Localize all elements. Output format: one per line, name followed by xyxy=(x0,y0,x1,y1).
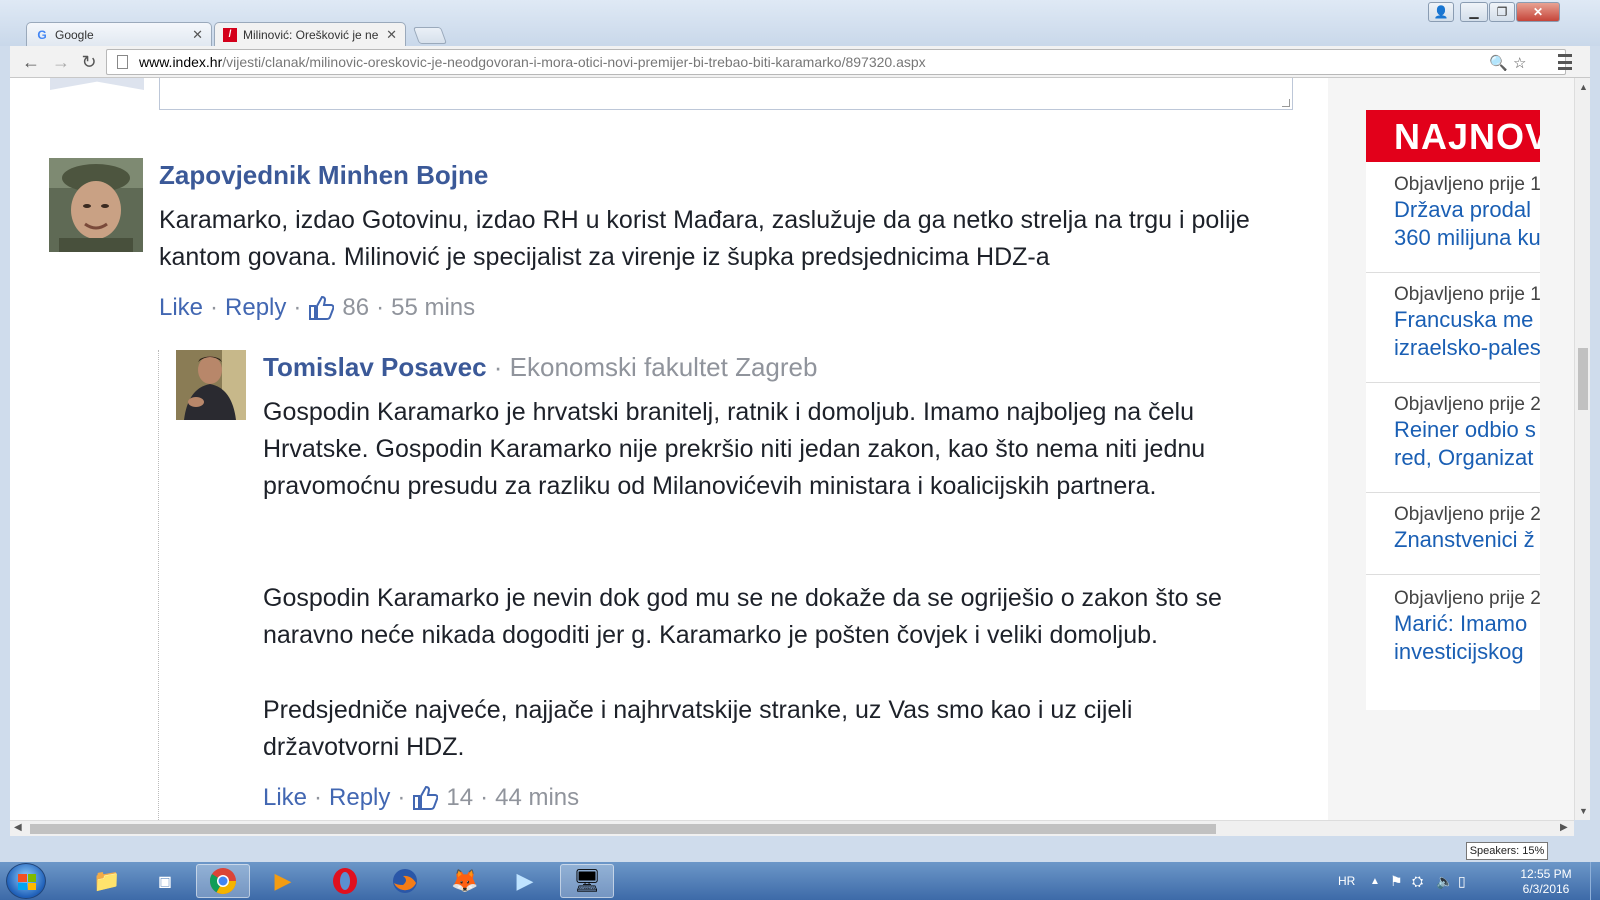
video-player-icon[interactable]: ▶ xyxy=(498,864,552,898)
comment-author-link[interactable]: Zapovjednik Minhen Bojne xyxy=(159,160,488,191)
tab-index-hr[interactable]: / Milinović: Orešković je ne ✕ xyxy=(214,22,406,46)
language-indicator[interactable]: HR xyxy=(1338,862,1355,900)
resize-grip-icon[interactable] xyxy=(1282,99,1290,107)
reply-author-line: Tomislav Posavec · Ekonomski fakultet Za… xyxy=(263,352,818,382)
restore-icon: ❐ xyxy=(1496,5,1508,19)
tab-google[interactable]: G Google ✕ xyxy=(26,22,212,46)
bookmark-star-icon[interactable]: ☆ xyxy=(1513,54,1526,72)
najnovije-header[interactable]: NAJNOVIJE xyxy=(1366,110,1540,162)
reply-text-paragraph: Predsjedniče najveće, najjače i najhrvat… xyxy=(263,696,1133,761)
user-icon: 👤 xyxy=(1433,5,1449,19)
scroll-left-icon[interactable]: ◀ xyxy=(14,822,22,833)
file-explorer-icon[interactable]: 📁 xyxy=(80,864,134,898)
address-bar[interactable]: www.index.hr/vijesti/clanak/milinovic-or… xyxy=(106,49,1566,75)
network-icon[interactable]: ⛭ xyxy=(1412,862,1423,900)
chrome-icon[interactable] xyxy=(196,864,250,898)
news-item[interactable]: Objavljeno prije 1 Država prodal 360 mil… xyxy=(1394,174,1540,252)
like-link[interactable]: Like xyxy=(263,784,307,812)
page-icon xyxy=(117,55,128,69)
horizontal-scrollbar[interactable]: ◀ ▶ xyxy=(10,820,1574,836)
close-tab-icon[interactable]: ✕ xyxy=(386,27,397,43)
news-item[interactable]: Objavljeno prije 2 Marić: Imamo investic… xyxy=(1394,588,1540,666)
news-list: Objavljeno prije 1 Država prodal 360 mil… xyxy=(1366,162,1540,710)
title-bar: G Google ✕ / Milinović: Orešković je ne … xyxy=(0,0,1600,46)
reload-button[interactable]: ↻ xyxy=(78,52,100,72)
news-item[interactable]: Objavljeno prije 1 Francuska me izraelsk… xyxy=(1394,284,1540,362)
chrome-menu-button[interactable] xyxy=(1558,54,1572,70)
reload-icon: ↻ xyxy=(81,51,97,72)
show-hidden-icons-icon[interactable]: ▲ xyxy=(1370,862,1380,900)
author-affiliation: Ekonomski fakultet Zagreb xyxy=(509,352,818,382)
gimp-icon[interactable]: 🦊 xyxy=(438,864,492,898)
avatar[interactable] xyxy=(49,158,143,252)
user-profile-button[interactable]: 👤 xyxy=(1428,2,1454,22)
maximize-button[interactable]: ❐ xyxy=(1489,2,1515,22)
vertical-scroll-thumb[interactable] xyxy=(1578,348,1588,410)
action-center-icon[interactable]: ⚑ xyxy=(1390,862,1403,900)
close-window-button[interactable]: ✕ xyxy=(1516,2,1560,22)
avatar[interactable] xyxy=(176,350,246,420)
comment-textarea[interactable] xyxy=(159,78,1293,110)
horizontal-scroll-thumb[interactable] xyxy=(30,824,1216,834)
close-tab-icon[interactable]: ✕ xyxy=(192,27,203,43)
minimize-button[interactable]: ▁ xyxy=(1460,2,1488,22)
scroll-right-icon[interactable]: ▶ xyxy=(1560,822,1568,833)
comment-time: 55 mins xyxy=(391,294,476,321)
like-count: 14 xyxy=(446,784,474,811)
arrow-right-icon: → xyxy=(52,51,70,72)
reply-author-link[interactable]: Tomislav Posavec xyxy=(263,352,487,382)
system-clock[interactable]: 12:55 PM 6/3/2016 xyxy=(1514,867,1578,897)
reply-thread-line xyxy=(158,350,159,820)
index-hr-favicon: / xyxy=(223,27,237,42)
reply-text-paragraph: Gospodin Karamarko je hrvatski branitelj… xyxy=(263,398,1206,500)
browser-toolbar: ← → ↻ www.index.hr/vijesti/clanak/milino… xyxy=(10,46,1590,78)
device-icon[interactable]: ▯ xyxy=(1458,862,1466,900)
scroll-down-icon[interactable]: ▼ xyxy=(1579,806,1588,816)
comment-text: Karamarko, izdao Gotovinu, izdao RH u ko… xyxy=(159,206,1250,271)
taskbar: 📁 ▣ ▶ 🦊 ▶ 🖥 HR ▲ ⚑ ⛭ 🔈 ▯ 12:55 PM 6/3/20… xyxy=(0,862,1600,900)
show-desktop-button[interactable] xyxy=(1590,862,1600,900)
reply-text-paragraph: Gospodin Karamarko je nevin dok god mu s… xyxy=(263,584,1222,649)
firefox-icon[interactable] xyxy=(378,864,432,898)
back-button[interactable]: ← xyxy=(20,52,42,72)
avatar-placeholder xyxy=(50,78,144,90)
minimize-icon: ▁ xyxy=(1469,5,1479,19)
like-count: 86 xyxy=(342,294,370,321)
media-player-321-icon[interactable]: ▣ xyxy=(138,864,192,898)
reply-time: 44 mins xyxy=(495,784,580,811)
news-item[interactable]: Objavljeno prije 2 Znanstvenici ž xyxy=(1394,504,1540,554)
reply-link[interactable]: Reply xyxy=(329,784,390,812)
reply-link[interactable]: Reply xyxy=(225,294,286,322)
vertical-scrollbar[interactable]: ▲ ▼ xyxy=(1574,78,1590,820)
reply-actions: Like · Reply · 14 · 44 mins xyxy=(263,784,580,812)
media-player-icon[interactable]: ▶ xyxy=(256,864,310,898)
start-button[interactable] xyxy=(6,863,46,899)
thumbs-up-icon xyxy=(309,295,335,320)
zoom-icon[interactable]: 🔍 xyxy=(1489,54,1508,72)
scroll-up-icon[interactable]: ▲ xyxy=(1579,82,1588,92)
forward-button[interactable]: → xyxy=(50,52,72,72)
google-favicon: G xyxy=(37,27,47,42)
windows-logo-icon xyxy=(18,874,36,890)
thumbs-up-icon xyxy=(413,785,439,810)
like-link[interactable]: Like xyxy=(159,294,203,322)
opera-icon[interactable] xyxy=(318,864,372,898)
news-item[interactable]: Objavljeno prije 2 Reiner odbio s red, O… xyxy=(1394,394,1540,472)
arrow-left-icon: ← xyxy=(22,51,40,72)
remote-desktop-icon[interactable]: 🖥 xyxy=(560,864,614,898)
close-icon: ✕ xyxy=(1532,5,1544,19)
page-viewport: Zapovjednik Minhen Bojne Karamarko, izda… xyxy=(10,78,1574,820)
new-tab-button[interactable] xyxy=(412,27,448,44)
volume-tooltip: Speakers: 15% xyxy=(1466,842,1548,860)
speaker-icon[interactable]: 🔈 xyxy=(1436,862,1453,900)
comment-actions: Like · Reply · 86 · 55 mins xyxy=(159,294,476,322)
